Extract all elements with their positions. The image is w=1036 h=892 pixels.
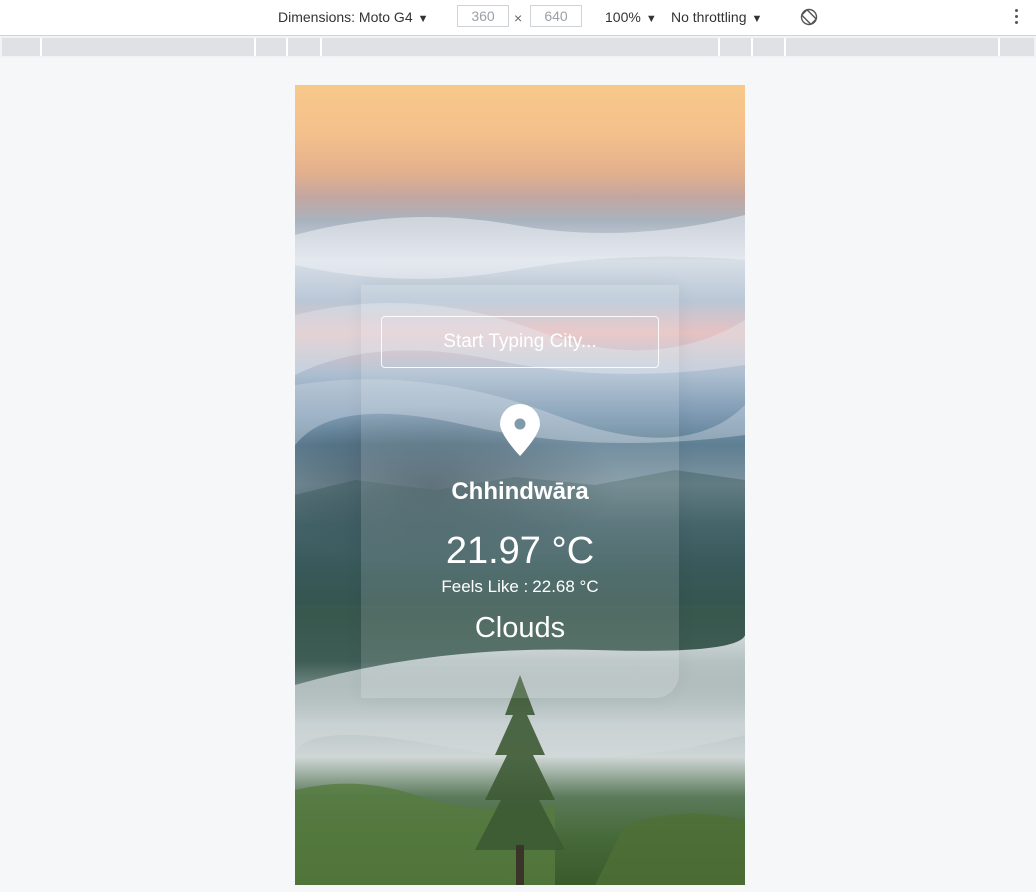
feels-like-value: 22.68 °C bbox=[532, 577, 599, 596]
feels-like-row: Feels Like :22.68 °C bbox=[361, 577, 679, 597]
devtools-device-toolbar: Dimensions: Moto G4 ▼ 360 × 640 100% ▼ No … bbox=[0, 0, 1036, 36]
feels-like-label: Feels Like : bbox=[441, 577, 529, 596]
rotate-icon[interactable] bbox=[800, 8, 818, 26]
media-query-divider bbox=[998, 38, 1000, 56]
zoom-label: 100% bbox=[605, 9, 641, 25]
media-query-divider bbox=[286, 38, 288, 56]
pine-tree-image bbox=[475, 675, 565, 885]
device-viewport: Chhindwāra 21.97 °C Feels Like :22.68 °C… bbox=[295, 85, 745, 885]
media-query-divider bbox=[784, 38, 786, 56]
map-pin-icon bbox=[500, 404, 540, 456]
throttling-dropdown[interactable]: No throttling ▼ bbox=[671, 9, 762, 25]
more-vertical-icon[interactable] bbox=[1013, 9, 1019, 27]
dimension-separator: × bbox=[514, 10, 523, 26]
throttling-label: No throttling bbox=[671, 9, 747, 25]
media-query-divider bbox=[40, 38, 42, 56]
media-query-divider bbox=[751, 38, 753, 56]
chevron-down-icon: ▼ bbox=[417, 13, 429, 25]
chevron-down-icon: ▼ bbox=[645, 13, 657, 25]
weather-card: Chhindwāra 21.97 °C Feels Like :22.68 °C… bbox=[361, 285, 679, 698]
zoom-dropdown[interactable]: 100% ▼ bbox=[605, 9, 657, 25]
device-dimensions-label: Dimensions: Moto G4 bbox=[278, 9, 413, 25]
media-query-bar bbox=[0, 36, 1036, 58]
media-query-divider bbox=[320, 38, 322, 56]
media-query-divider bbox=[718, 38, 720, 56]
temperature-value: 21.97 °C bbox=[445, 530, 595, 572]
media-query-track[interactable] bbox=[2, 38, 1034, 56]
device-width-input[interactable]: 360 bbox=[457, 5, 509, 27]
chevron-down-icon: ▼ bbox=[751, 13, 763, 25]
city-search-input[interactable] bbox=[381, 316, 659, 368]
weather-condition: Clouds bbox=[474, 612, 566, 644]
media-query-divider bbox=[254, 38, 256, 56]
device-height-input[interactable]: 640 bbox=[530, 5, 582, 27]
device-dimensions-dropdown[interactable]: Dimensions: Moto G4 ▼ bbox=[278, 9, 429, 25]
city-name: Chhindwāra bbox=[451, 478, 589, 505]
